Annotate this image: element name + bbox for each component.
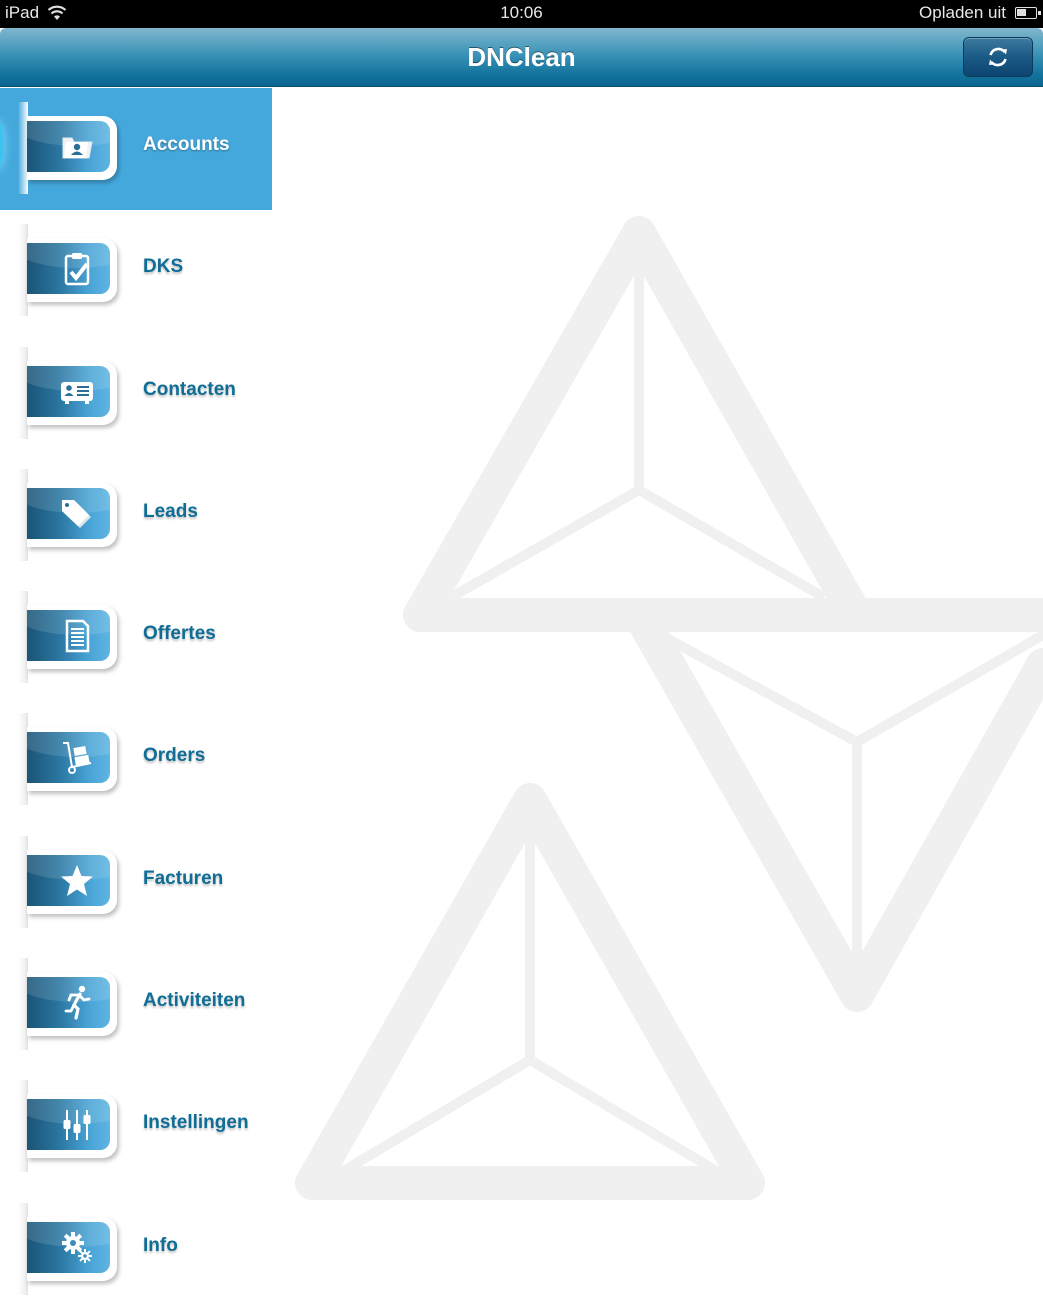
app-title: DNClean xyxy=(467,42,576,72)
menu-label: Accounts xyxy=(143,134,230,155)
tag-icon xyxy=(62,499,91,528)
main-menu: Accounts DKS Contacten Leads Offertes Or… xyxy=(0,88,272,1311)
tab-icon-frame xyxy=(27,360,117,425)
battery-icon xyxy=(1015,7,1041,19)
charging-status: Opladen uit xyxy=(919,3,1006,22)
clock: 10:06 xyxy=(500,3,543,22)
clipboard-check-icon xyxy=(64,253,90,286)
status-bar: iPad 10:06 Opladen uit xyxy=(0,0,1043,28)
menu-label: DKS xyxy=(143,256,184,278)
menu-label: Facturen xyxy=(143,867,224,889)
menu-label: Leads xyxy=(143,500,198,522)
contact-card-icon xyxy=(61,381,93,404)
tab-icon-frame xyxy=(27,849,117,914)
menu-item-instellingen[interactable]: Instellingen xyxy=(0,1066,272,1188)
tab-icon-frame xyxy=(27,727,117,792)
nav-bar: DNClean xyxy=(0,28,1043,87)
menu-item-accounts[interactable]: Accounts xyxy=(0,88,272,211)
gears-icon xyxy=(62,1231,92,1263)
battery-group: Opladen uit xyxy=(919,3,1041,23)
menu-item-leads[interactable]: Leads xyxy=(0,455,272,577)
menu-label: Activiteiten xyxy=(143,990,246,1012)
menu-item-contacten[interactable]: Contacten xyxy=(0,333,272,455)
refresh-button[interactable] xyxy=(963,37,1033,77)
folder-user-icon xyxy=(62,137,93,159)
star-icon xyxy=(61,864,93,896)
menu-label: Orders xyxy=(143,745,206,767)
tab-icon-frame xyxy=(27,482,117,547)
tab-icon-frame xyxy=(27,238,117,303)
menu-item-facturen[interactable]: Facturen xyxy=(0,822,272,944)
menu-item-orders[interactable]: Orders xyxy=(0,699,272,821)
tab-icon-frame xyxy=(27,1216,117,1281)
menu-label: Instellingen xyxy=(143,1112,249,1134)
menu-label: Info xyxy=(143,1234,178,1256)
menu-item-activiteiten[interactable]: Activiteiten xyxy=(0,944,272,1066)
running-person-icon xyxy=(64,985,91,1020)
tab-icon-frame xyxy=(27,605,117,670)
sliders-icon xyxy=(63,1110,91,1141)
menu-item-dks[interactable]: DKS xyxy=(0,210,272,332)
refresh-icon xyxy=(989,47,1007,67)
menu-label: Contacten xyxy=(143,378,236,400)
tab-icon-frame xyxy=(27,972,117,1037)
tab-icon-frame xyxy=(27,1094,117,1159)
menu-label: Offertes xyxy=(143,623,216,645)
document-icon xyxy=(65,619,90,653)
menu-item-info[interactable]: Info xyxy=(0,1189,272,1311)
menu-item-offertes[interactable]: Offertes xyxy=(0,577,272,699)
tab-icon-frame xyxy=(27,116,117,180)
hand-truck-icon xyxy=(63,742,92,775)
selection-glow xyxy=(0,120,4,170)
